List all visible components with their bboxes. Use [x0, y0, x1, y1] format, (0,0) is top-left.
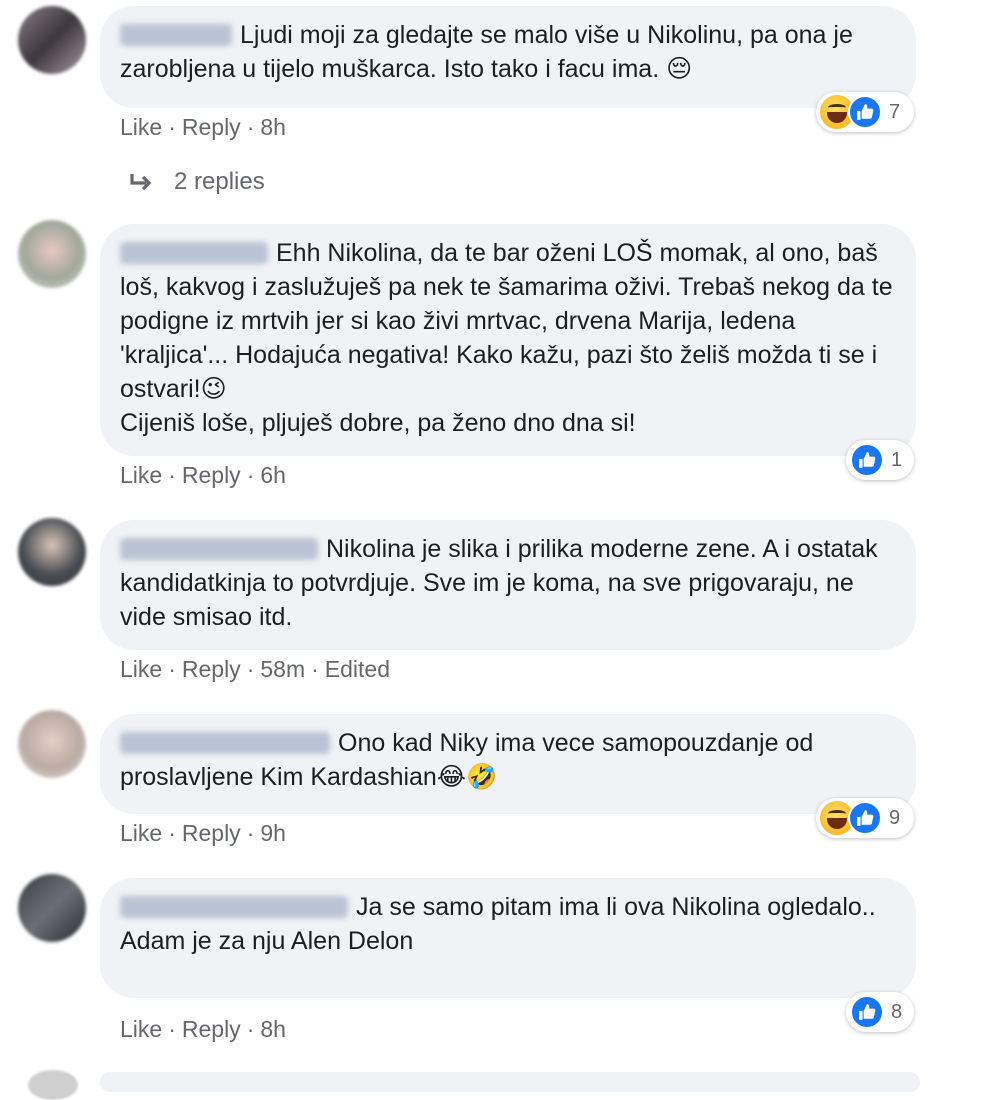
separator: ·: [246, 656, 255, 682]
reaction-count: 9: [889, 806, 901, 829]
timestamp[interactable]: 9h: [260, 820, 286, 846]
next-comment-partial: [100, 1072, 920, 1092]
view-replies-link[interactable]: 2 replies: [128, 168, 265, 196]
comment-actions: Like · Reply · 8h: [120, 1016, 286, 1043]
comment-actions: Like · Reply · 8h: [120, 114, 286, 141]
avatar[interactable]: [18, 518, 86, 586]
reply-link[interactable]: Reply: [182, 462, 241, 488]
reaction-summary[interactable]: 1: [846, 440, 914, 480]
comment-bubble: Ljudi moji za gledajte se malo više u Ni…: [100, 6, 916, 108]
like-icon: [848, 801, 882, 835]
like-icon: [850, 443, 884, 477]
timestamp[interactable]: 8h: [260, 1016, 286, 1042]
reaction-count: 8: [891, 1000, 903, 1023]
avatar[interactable]: [18, 710, 86, 778]
timestamp[interactable]: 58m: [260, 656, 305, 682]
next-avatar-partial: [28, 1070, 78, 1100]
comment-bubble: Ja se samo pitam ima li ova Nikolina ogl…: [100, 878, 916, 998]
separator: ·: [168, 656, 176, 682]
reply-link[interactable]: Reply: [182, 820, 241, 846]
commenter-name[interactable]: [120, 24, 232, 46]
separator: ·: [168, 820, 176, 846]
comment-text-line-2: Cijeniš loše, pljuješ dobre, pa ženo dno…: [120, 409, 636, 437]
separator: ·: [168, 1016, 176, 1042]
reaction-count: 1: [891, 448, 903, 471]
replies-count-label: 2 replies: [174, 168, 265, 195]
avatar[interactable]: [18, 6, 86, 74]
reply-link[interactable]: Reply: [182, 114, 241, 140]
reaction-count: 7: [889, 100, 901, 123]
separator: ·: [246, 114, 255, 140]
separator: ·: [246, 462, 255, 488]
comment-bubble: Ono kad Niky ima vece samopouzdanje od p…: [100, 714, 916, 814]
reaction-summary[interactable]: 9: [816, 798, 914, 838]
like-link[interactable]: Like: [120, 462, 162, 488]
reaction-summary[interactable]: 7: [816, 92, 914, 132]
comment-bubble: Nikolina je slika i prilika moderne zene…: [100, 520, 916, 650]
timestamp[interactable]: 6h: [260, 462, 286, 488]
separator: ·: [168, 114, 176, 140]
separator: ·: [246, 820, 255, 846]
reply-link[interactable]: Reply: [182, 656, 241, 682]
comment-actions: Like · Reply · 9h: [120, 820, 286, 847]
comment-text-line-2: Adam je za nju Alen Delon: [120, 927, 414, 955]
commenter-name[interactable]: [120, 242, 268, 264]
like-icon: [848, 95, 882, 129]
separator: ·: [246, 1016, 255, 1042]
reply-link[interactable]: Reply: [182, 1016, 241, 1042]
edited-label[interactable]: Edited: [325, 656, 390, 682]
like-icon: [850, 995, 884, 1029]
comment-text: Ja se samo pitam ima li ova Nikolina ogl…: [356, 893, 876, 921]
avatar[interactable]: [18, 874, 86, 942]
commenter-name[interactable]: [120, 896, 348, 918]
reply-arrow-icon: [130, 174, 152, 191]
separator: ·: [311, 656, 319, 682]
like-link[interactable]: Like: [120, 1016, 162, 1042]
comment-actions: Like · Reply · 58m · Edited: [120, 656, 390, 683]
like-link[interactable]: Like: [120, 820, 162, 846]
comment-actions: Like · Reply · 6h: [120, 462, 286, 489]
commenter-name[interactable]: [120, 538, 318, 560]
like-link[interactable]: Like: [120, 656, 162, 682]
timestamp[interactable]: 8h: [260, 114, 286, 140]
reaction-summary[interactable]: 8: [846, 992, 914, 1032]
commenter-name[interactable]: [120, 732, 330, 754]
avatar[interactable]: [18, 220, 86, 288]
separator: ·: [168, 462, 176, 488]
comment-bubble: Ehh Nikolina, da te bar oženi LOŠ momak,…: [100, 224, 916, 456]
like-link[interactable]: Like: [120, 114, 162, 140]
